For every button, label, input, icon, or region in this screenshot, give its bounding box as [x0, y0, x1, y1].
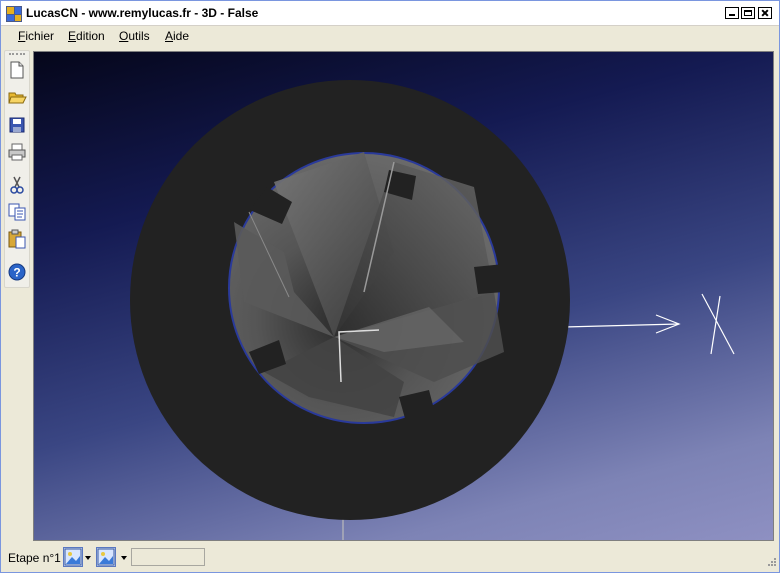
save-icon[interactable]	[7, 115, 27, 135]
minimize-button[interactable]	[725, 7, 739, 19]
menu-edition[interactable]: Edition	[68, 29, 105, 43]
title-bar[interactable]: LucasCN - www.remylucas.fr - 3D - False	[1, 1, 779, 26]
cut-icon[interactable]	[7, 175, 27, 195]
menu-fichier[interactable]: Fichier	[18, 29, 54, 43]
close-button[interactable]	[758, 7, 772, 19]
resize-grip-icon[interactable]	[765, 557, 777, 569]
window-title: LucasCN - www.remylucas.fr - 3D - False	[26, 6, 259, 20]
menu-bar: Fichier Edition Outils Aide	[1, 26, 779, 47]
app-icon	[6, 6, 22, 22]
status-text-field[interactable]	[131, 548, 205, 566]
chevron-down-icon[interactable]	[121, 556, 127, 560]
toolstrip-grip[interactable]	[9, 53, 25, 57]
picture-dropdown-button[interactable]	[63, 547, 83, 567]
menu-outils[interactable]: Outils	[119, 29, 150, 43]
3d-viewport[interactable]	[33, 51, 774, 541]
paste-icon[interactable]	[7, 229, 27, 249]
new-file-icon[interactable]	[7, 60, 27, 80]
x-axis-label-stroke	[701, 293, 735, 355]
main-window: LucasCN - www.remylucas.fr - 3D - False …	[0, 0, 780, 573]
status-bar: Etape n°1	[1, 544, 779, 571]
picture-dropdown-button[interactable]	[96, 547, 116, 567]
picture-icon	[64, 548, 82, 566]
picture-icon	[97, 548, 115, 566]
print-icon[interactable]	[7, 142, 27, 162]
tool-strip: ?	[4, 50, 30, 288]
svg-text:?: ?	[13, 266, 20, 280]
help-icon[interactable]: ?	[7, 262, 27, 282]
step-label: Etape n°1	[8, 551, 61, 565]
bore-notch	[474, 264, 504, 294]
maximize-button[interactable]	[741, 7, 755, 19]
open-folder-icon[interactable]	[7, 87, 27, 107]
viewport-scene	[130, 80, 735, 540]
menu-aide[interactable]: Aide	[165, 29, 189, 43]
x-axis-line	[563, 323, 680, 328]
chevron-down-icon[interactable]	[85, 556, 91, 560]
copy-icon[interactable]	[7, 202, 27, 222]
